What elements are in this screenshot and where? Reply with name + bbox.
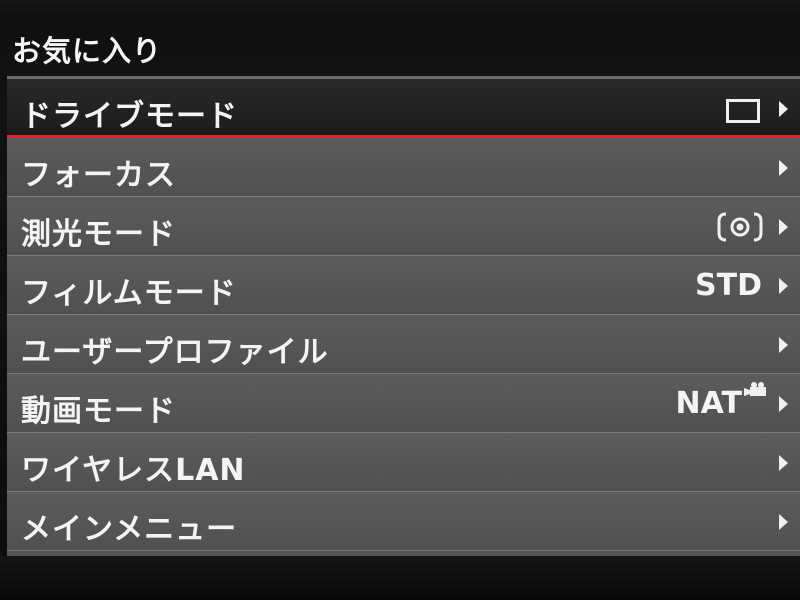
chevron-right-icon [779, 514, 788, 530]
menu-item-label: 動画モード [21, 394, 176, 429]
menu-item-focus[interactable]: フォーカス [7, 138, 800, 197]
menu-item-label: ドライブモード [21, 99, 238, 134]
menu-item-label: ワイヤレスLAN [21, 453, 246, 488]
chevron-right-icon [779, 101, 788, 117]
menu-item-metering-mode[interactable]: 測光モード [7, 197, 800, 256]
chevron-right-icon [779, 337, 788, 353]
chevron-right-icon [779, 396, 788, 412]
menu-item-main-menu[interactable]: メインメニュー [7, 492, 800, 551]
chevron-right-icon [779, 455, 788, 471]
single-frame-icon [726, 99, 760, 123]
menu-item-label: メインメニュー [21, 512, 238, 547]
menu-item-video-mode[interactable]: 動画モード NAT [7, 374, 800, 433]
bottom-bar [0, 556, 800, 600]
menu-item-film-mode[interactable]: フィルムモード STD [7, 256, 800, 315]
menu-item-value: STD [695, 268, 762, 303]
menu-item-wireless-lan[interactable]: ワイヤレスLAN [7, 433, 800, 492]
camera-screen: お気に入り ドライブモード フォーカス 測光モード フィルムモード STD ユー… [0, 0, 800, 600]
menu-item-drive-mode[interactable]: ドライブモード [7, 79, 800, 138]
metering-icon [717, 212, 763, 242]
favorites-menu: ドライブモード フォーカス 測光モード フィルムモード STD ユーザープロファ… [7, 76, 800, 557]
menu-item-label: フィルムモード [21, 276, 237, 311]
chevron-right-icon [779, 278, 788, 294]
menu-item-label: フォーカス [21, 158, 176, 193]
movie-camera-icon [744, 382, 766, 396]
page-title: お気に入り [12, 34, 163, 68]
menu-item-user-profile[interactable]: ユーザープロファイル [7, 315, 800, 374]
menu-item-value: NAT [675, 386, 742, 421]
header: お気に入り [0, 18, 800, 72]
chevron-right-icon [779, 160, 788, 176]
chevron-right-icon [779, 219, 788, 235]
menu-item-label: ユーザープロファイル [21, 335, 329, 370]
menu-item-label: 測光モード [21, 217, 176, 252]
